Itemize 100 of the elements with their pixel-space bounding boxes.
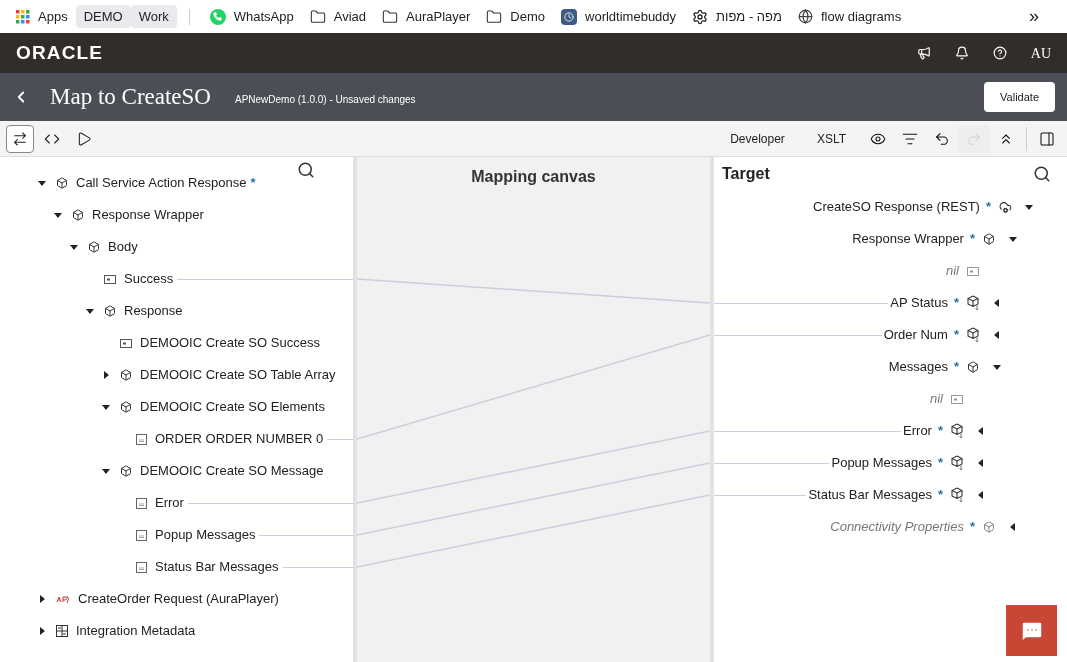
help-icon[interactable]	[992, 46, 1007, 60]
field-icon	[967, 266, 979, 276]
required-mark: *	[953, 326, 959, 345]
bookmark-link[interactable]: flow diagrams	[797, 6, 902, 27]
page-title: Map to CreateSO	[50, 82, 211, 111]
source-field-label[interactable]: DEMOOIC Create SO Elements	[140, 397, 325, 417]
cube-icon	[967, 361, 979, 373]
target-field-label[interactable]: nil	[946, 261, 959, 281]
swap-arrows-button[interactable]	[6, 124, 34, 153]
text-field-icon	[136, 561, 147, 573]
required-mark: *	[985, 198, 991, 217]
bookmark-link[interactable]: Demo	[486, 6, 546, 27]
bookmark-chip[interactable]: Work	[130, 4, 177, 29]
target-field-label[interactable]: Messages	[888, 357, 948, 377]
cube-icon	[120, 465, 132, 477]
cube-arrow-icon	[951, 487, 965, 503]
field-icon	[104, 274, 116, 284]
cube-icon	[72, 209, 84, 221]
source-field-label[interactable]: Popup Messages	[155, 525, 256, 545]
target-field-label[interactable]: Status Bar Messages	[808, 485, 932, 505]
bookmark-link[interactable]: מפה - מפות	[692, 6, 782, 27]
target-field-label[interactable]: Order Num	[883, 325, 948, 345]
bookmark-link[interactable]: WhatsApp	[209, 6, 294, 27]
required-mark: *	[937, 454, 943, 473]
source-field-label[interactable]: CreateOrder Request (AuraPlayer)	[78, 589, 279, 609]
bookmark-link[interactable]: Aviad	[309, 6, 367, 27]
text-field-icon	[136, 529, 147, 541]
target-field-label[interactable]: Connectivity Properties	[830, 517, 964, 537]
search-icon[interactable]	[297, 161, 315, 179]
app-logo-icon	[56, 594, 70, 604]
source-field-label[interactable]: Integration Metadata	[76, 621, 196, 641]
text-field-icon	[136, 433, 147, 445]
user-initials[interactable]: AU	[1030, 42, 1051, 64]
source-field-label[interactable]: Status Bar Messages	[155, 557, 279, 577]
brand-logo: ORACLE	[16, 40, 104, 65]
cube-arrow-icon	[967, 327, 981, 343]
target-field-label[interactable]: AP Status	[890, 293, 948, 313]
cube-icon	[983, 521, 995, 533]
source-field-label[interactable]: DEMOOIC Create SO Success	[140, 333, 320, 353]
cloud-gear-icon	[999, 200, 1012, 214]
field-icon	[120, 338, 132, 348]
cube-arrow-icon	[951, 455, 965, 471]
source-field-label[interactable]: Response Wrapper	[92, 205, 204, 225]
search-icon[interactable]	[1033, 165, 1051, 183]
cube-icon	[983, 233, 995, 245]
required-mark: *	[969, 518, 975, 537]
cube-arrow-icon	[951, 423, 965, 439]
field-icon	[951, 394, 963, 404]
required-mark: *	[969, 230, 975, 249]
cube-icon	[120, 401, 132, 413]
cube-icon	[56, 177, 68, 189]
source-field-label[interactable]: ORDER ORDER NUMBER 0	[155, 429, 324, 449]
play-icon	[76, 130, 92, 147]
target-field-label[interactable]: nil	[930, 389, 943, 409]
validate-button[interactable]: Validate	[984, 81, 1055, 113]
target-field-label[interactable]: CreateSO Response (REST)	[813, 197, 980, 217]
source-field-label[interactable]: Success	[124, 269, 174, 289]
bookmark-link[interactable]: Apps	[16, 6, 68, 27]
target-title: Target	[722, 164, 770, 184]
target-field-label[interactable]: Error	[903, 421, 932, 441]
required-mark: *	[937, 486, 943, 505]
text-field-icon	[136, 497, 147, 509]
required-mark: *	[937, 422, 943, 441]
mode-button[interactable]: XSLT	[800, 129, 862, 148]
target-field-label[interactable]: Response Wrapper	[852, 229, 964, 249]
bookmark-link[interactable]: worldtimebuddy	[561, 6, 677, 27]
source-field-label[interactable]: Body	[108, 237, 138, 257]
redo-icon	[966, 130, 982, 147]
target-field-label[interactable]: Popup Messages	[831, 453, 932, 473]
bookmark-chip[interactable]: DEMO	[75, 4, 131, 29]
canvas-title: Mapping canvas	[470, 167, 597, 187]
cube-arrow-icon	[967, 295, 981, 311]
swap-arrows-icon	[12, 130, 28, 147]
source-field-label[interactable]: DEMOOIC Create SO Message	[140, 461, 324, 481]
bookmark-link[interactable]: AuraPlayer	[382, 6, 471, 27]
folder-icon	[382, 8, 399, 25]
megaphone-icon[interactable]	[916, 46, 931, 60]
clock-logo-icon	[561, 8, 578, 25]
more-bookmarks-button[interactable]: »	[1029, 3, 1051, 30]
bell-icon[interactable]	[954, 46, 969, 60]
panel-icon	[1039, 130, 1055, 147]
cube-icon	[104, 305, 116, 317]
source-field-label[interactable]: Error	[155, 493, 184, 513]
cube-icon	[120, 369, 132, 381]
chat-logo-icon	[209, 8, 226, 25]
chat-button[interactable]	[1006, 605, 1057, 656]
folder-icon	[486, 8, 503, 25]
required-mark: *	[953, 294, 959, 313]
gear-icon	[692, 8, 709, 25]
folder-icon	[309, 8, 326, 25]
page-subtitle: APNewDemo (1.0.0) - Unsaved changes	[234, 92, 416, 107]
source-field-label[interactable]: Call Service Action Response	[76, 173, 247, 193]
required-mark: *	[250, 174, 256, 193]
source-field-label[interactable]: Response	[124, 301, 183, 321]
mode-button[interactable]: Developer	[714, 129, 801, 148]
cube-icon	[88, 241, 100, 253]
undo-icon	[934, 130, 950, 147]
required-mark: *	[953, 358, 959, 377]
source-field-label[interactable]: DEMOOIC Create SO Table Array	[140, 365, 336, 385]
grid-icon	[56, 625, 68, 637]
